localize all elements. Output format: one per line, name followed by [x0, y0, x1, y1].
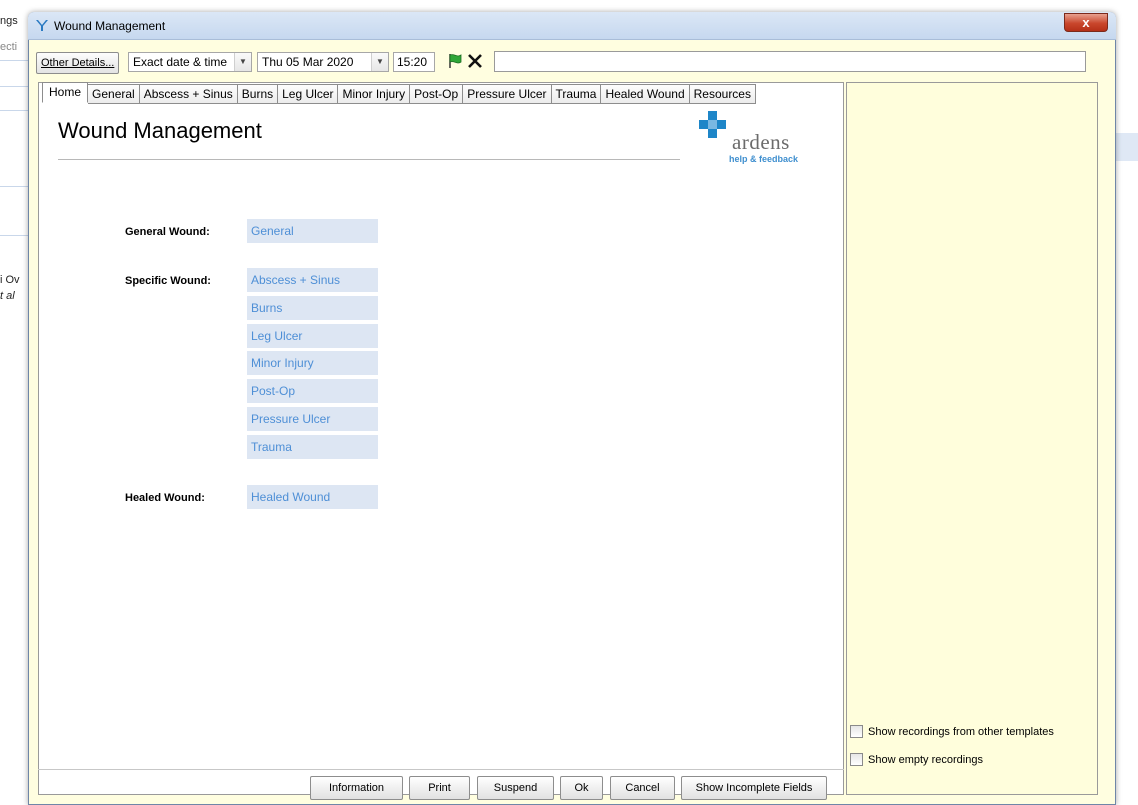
healed-wound-label: Healed Wound:	[125, 492, 205, 504]
tab-minor-injury[interactable]: Minor Injury	[338, 84, 411, 104]
show-other-templates-checkbox[interactable]	[850, 725, 863, 738]
background-divider	[0, 86, 28, 87]
show-other-templates-option[interactable]: Show recordings from other templates	[850, 725, 1054, 738]
general-wound-label: General Wound:	[125, 226, 210, 238]
background-text: ecti	[0, 41, 18, 53]
background-divider	[0, 235, 28, 236]
abscess-sinus-button[interactable]: Abscess + Sinus	[247, 268, 378, 292]
tab-bar: Home General Abscess + Sinus Burns Leg U…	[42, 82, 756, 104]
show-empty-recordings-option[interactable]: Show empty recordings	[850, 753, 983, 766]
cancel-button[interactable]: Cancel	[610, 776, 675, 800]
tab-abscess-sinus[interactable]: Abscess + Sinus	[139, 84, 238, 104]
information-button[interactable]: Information	[310, 776, 403, 800]
logo-wordmark[interactable]: ardens	[732, 130, 790, 155]
leg-ulcer-button[interactable]: Leg Ulcer	[247, 324, 378, 348]
tab-burns[interactable]: Burns	[237, 84, 279, 104]
burns-button[interactable]: Burns	[247, 296, 378, 320]
specific-wound-label: Specific Wound:	[125, 275, 211, 287]
content-panel	[38, 82, 844, 795]
background-divider	[0, 110, 28, 111]
window-body: Home General Abscess + Sinus Burns Leg U…	[28, 12, 1116, 805]
tab-post-op[interactable]: Post-Op	[410, 84, 464, 104]
title-divider	[58, 159, 680, 160]
print-button[interactable]: Print	[409, 776, 470, 800]
pressure-ulcer-button[interactable]: Pressure Ulcer	[247, 407, 378, 431]
background-text: t al	[0, 290, 15, 302]
background-divider	[0, 60, 28, 61]
show-empty-recordings-label: Show empty recordings	[868, 753, 983, 766]
ok-button[interactable]: Ok	[560, 776, 603, 800]
tab-general[interactable]: General	[88, 84, 140, 104]
background-divider	[0, 186, 28, 187]
general-button[interactable]: General	[247, 219, 378, 243]
background-text: ngs	[0, 15, 18, 27]
show-empty-recordings-checkbox[interactable]	[850, 753, 863, 766]
tab-home[interactable]: Home	[42, 82, 89, 103]
tab-trauma[interactable]: Trauma	[551, 84, 602, 104]
page-title: Wound Management	[58, 118, 262, 143]
tab-resources[interactable]: Resources	[689, 84, 756, 104]
background-text: i Ov	[0, 274, 20, 286]
trauma-button[interactable]: Trauma	[247, 435, 378, 459]
help-feedback-link[interactable]: help & feedback	[729, 154, 798, 164]
healed-wound-button[interactable]: Healed Wound	[247, 485, 378, 509]
tab-leg-ulcer[interactable]: Leg Ulcer	[278, 84, 339, 104]
show-incomplete-fields-button[interactable]: Show Incomplete Fields	[681, 776, 827, 800]
minor-injury-button[interactable]: Minor Injury	[247, 351, 378, 375]
tab-healed-wound[interactable]: Healed Wound	[601, 84, 690, 104]
recordings-panel	[846, 82, 1098, 795]
post-op-button[interactable]: Post-Op	[247, 379, 378, 403]
tab-pressure-ulcer[interactable]: Pressure Ulcer	[463, 84, 552, 104]
suspend-button[interactable]: Suspend	[477, 776, 554, 800]
show-other-templates-label: Show recordings from other templates	[868, 725, 1054, 738]
